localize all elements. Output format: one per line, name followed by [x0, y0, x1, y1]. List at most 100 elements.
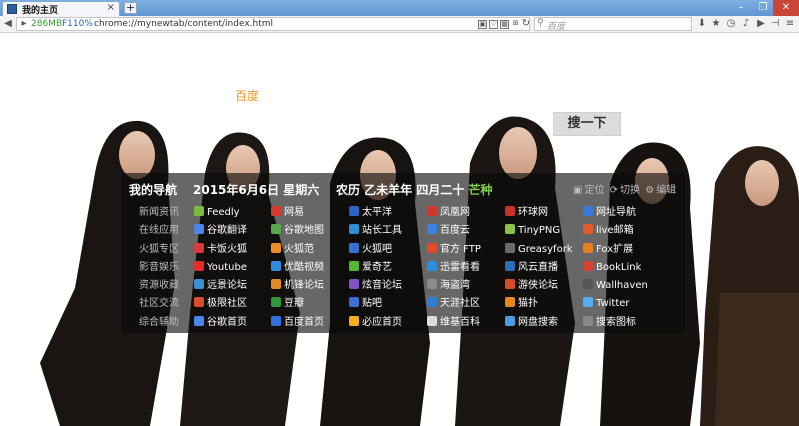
nav-link[interactable]: 优酷视频	[271, 259, 324, 277]
nav-link[interactable]: 凤凰网	[427, 204, 470, 222]
nav-link[interactable]: 海盗湾	[427, 277, 470, 295]
nav-link[interactable]: 迅雷看看	[427, 259, 480, 277]
edit-gear-icon[interactable]: ⚙	[645, 185, 654, 196]
nav-link-label: 网易	[284, 207, 304, 218]
locate-button[interactable]: 定位	[584, 185, 604, 196]
baidu-link[interactable]: 百度	[235, 87, 259, 104]
nav-link[interactable]: 炫音论坛	[349, 277, 402, 295]
zoom-indicator[interactable]: F110%	[62, 19, 93, 29]
page-action-icon[interactable]: ▣	[478, 20, 487, 29]
play-icon[interactable]: ▶	[755, 18, 767, 30]
nav-link[interactable]: 必应首页	[349, 314, 402, 332]
nav-link[interactable]: 网盘搜索	[505, 314, 558, 332]
nav-link[interactable]: Greasyfork	[505, 241, 573, 259]
menu-icon[interactable]: ≡	[784, 18, 796, 30]
nav-link[interactable]: 维基百科	[427, 314, 480, 332]
nav-link[interactable]: Wallhaven	[583, 277, 648, 295]
nav-link[interactable]: 机锋论坛	[271, 277, 324, 295]
tab-title: 我的主页	[22, 6, 59, 16]
nav-link[interactable]: 火狐吧	[349, 241, 392, 259]
download-icon[interactable]: ⬇	[696, 18, 708, 30]
nav-link[interactable]: 游侠论坛	[505, 277, 558, 295]
switch-button[interactable]: 切换	[620, 185, 640, 196]
category-firefox[interactable]: 火狐专区	[139, 241, 179, 259]
nav-link[interactable]: 百度首页	[271, 314, 324, 332]
locate-icon[interactable]: ▣	[573, 185, 582, 196]
nav-link[interactable]: Twitter	[583, 295, 630, 313]
category-entertainment[interactable]: 影音娱乐	[139, 259, 179, 277]
google-maps-icon	[271, 224, 281, 235]
bookmark-star-icon[interactable]: ☆	[489, 20, 498, 29]
qr-code-icon[interactable]: ▦	[500, 20, 509, 29]
nav-link[interactable]: 谷歌翻译	[194, 222, 247, 240]
nav-link[interactable]: 网址导航	[583, 204, 636, 222]
maximize-button[interactable]: ❐	[751, 0, 775, 16]
history-icon[interactable]: ◷	[725, 18, 737, 30]
nav-link[interactable]: 网易	[271, 204, 304, 222]
nav-link[interactable]: 太平洋	[349, 204, 392, 222]
wikipedia-icon	[427, 315, 437, 326]
nav-link[interactable]: BookLink	[583, 259, 641, 277]
category-online-apps[interactable]: 在线应用	[139, 222, 179, 240]
nav-link[interactable]: Youtube	[194, 259, 247, 277]
search-input[interactable]: 百度	[547, 19, 565, 32]
nav-link[interactable]: 卡饭火狐	[194, 241, 247, 259]
sidebar-icon[interactable]: ⊣	[769, 18, 781, 30]
nav-link[interactable]: 风云直播	[505, 259, 558, 277]
address-bar[interactable]: ▸ 286MB F110% chrome://mynewtab/content/…	[16, 17, 530, 31]
url-text[interactable]: chrome://mynewtab/content/index.html	[94, 19, 273, 29]
tab-close-icon[interactable]: ×	[107, 2, 115, 13]
firefoxfan-icon	[271, 242, 281, 253]
nav-link[interactable]: Fox扩展	[583, 241, 633, 259]
nav-link[interactable]: Feedly	[194, 204, 240, 222]
nav-link[interactable]: 环球网	[505, 204, 548, 222]
back-arrow-icon[interactable]: ◀	[2, 18, 14, 30]
nav-link-label: Greasyfork	[518, 243, 573, 255]
nav-link-label: 火狐吧	[362, 243, 392, 255]
nav-link-label: TinyPNG	[518, 225, 561, 237]
search-bar[interactable]: ⚲ 百度	[534, 17, 692, 32]
nav-link[interactable]: 谷歌首页	[194, 314, 247, 332]
nav-link[interactable]: TinyPNG	[505, 222, 560, 240]
category-news[interactable]: 新闻资讯	[139, 204, 179, 222]
extension-icon[interactable]: ♪	[740, 18, 752, 30]
nav-link-label: 谷歌地图	[284, 225, 324, 237]
tianya-icon	[427, 297, 437, 308]
nav-link[interactable]: 爱奇艺	[349, 259, 392, 277]
minimize-button[interactable]: –	[729, 0, 753, 16]
link-grid: Feedly 网易 太平洋 凤凰网 环球网 网址导航谷歌翻译 谷歌地图 站长工具 百度云 Tiny…	[194, 204, 684, 332]
nav-link[interactable]: live邮箱	[583, 222, 634, 240]
nav-link-label: 猫扑	[518, 298, 538, 310]
nav-link[interactable]: 火狐范	[271, 241, 314, 259]
category-community[interactable]: 社区交流	[139, 295, 179, 313]
nav-link[interactable]: 极限社区	[194, 295, 247, 313]
nav-link[interactable]: 官方 FTP	[427, 241, 481, 259]
nav-link[interactable]: 豆瓣	[271, 295, 304, 313]
reload-icon[interactable]: ↻	[520, 18, 532, 30]
nav-link[interactable]: 远景论坛	[194, 277, 247, 295]
nav-link[interactable]: 贴吧	[349, 295, 382, 313]
link-row: 谷歌翻译 谷歌地图 站长工具 百度云 TinyPNG live邮箱	[194, 222, 684, 240]
search-engine-icon[interactable]: ⚲	[537, 18, 544, 28]
grid-icon[interactable]: ⊞	[511, 20, 520, 29]
close-window-button[interactable]: ✕	[773, 0, 799, 16]
bookmarks-icon[interactable]: ★	[710, 18, 722, 30]
tab-my-homepage[interactable]: 我的主页 ×	[2, 1, 120, 16]
nav-link[interactable]: 搜索图标	[583, 314, 636, 332]
nav-link[interactable]: 百度云	[427, 222, 470, 240]
nav-link[interactable]: 站长工具	[349, 222, 402, 240]
nav-link-label: Youtube	[207, 261, 247, 273]
new-tab-button[interactable]: +	[124, 2, 137, 14]
piratebay-icon	[427, 279, 437, 290]
nav-link[interactable]: 天涯社区	[427, 295, 480, 313]
edit-button[interactable]: 编辑	[656, 185, 676, 196]
lunar-date: 农历 乙未羊年 四月二十	[336, 183, 465, 197]
switch-icon[interactable]: ⟳	[610, 185, 618, 196]
nav-link[interactable]: 猫扑	[505, 295, 538, 313]
forward-arrow-icon[interactable]: ▸	[18, 18, 30, 30]
nav-link[interactable]: 谷歌地图	[271, 222, 324, 240]
search-icon-tool	[583, 315, 593, 326]
search-button[interactable]: 搜一下	[553, 112, 621, 136]
category-misc[interactable]: 综合辅助	[139, 314, 179, 332]
category-resources[interactable]: 资源收藏	[139, 277, 179, 295]
